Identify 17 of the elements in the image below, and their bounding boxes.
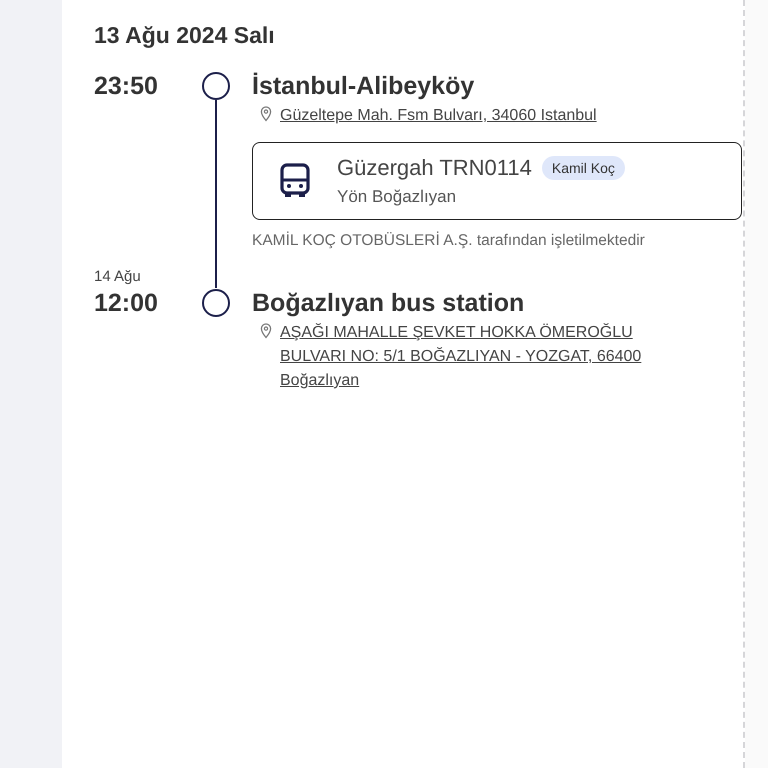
stop-circle [202,289,230,317]
bus-icon [279,163,311,199]
arrival-date: 14 Ağu [94,267,142,287]
location-pin-icon [260,323,272,339]
operator-badge: Kamil Koç [542,156,625,180]
stop-name: İstanbul-Alibeyköy [252,71,476,101]
stop-time: 12:00 [94,288,159,318]
address-link[interactable]: Güzeltepe Mah. Fsm Bulvarı, 34060 Istanbul [280,104,597,128]
route-direction: Yön Boğazlıyan [337,187,458,207]
date-heading: 13 Ağu 2024 Salı [94,22,276,49]
operator-note: KAMİL KOÇ OTOBÜSLERİ A.Ş. tarafından işletilmektedir [252,232,646,250]
address-link[interactable]: AŞAĞI MAHALLE ŞEVKET HOKKA ÖMEROĞLU BULVARI NO: 5/1 BOĞAZLIYAN - YOZGAT, 66400 Boğazlıyan [280,321,700,393]
location-pin-icon [260,106,272,122]
route-number: Güzergah TRN0114 [337,155,532,181]
stop-time: 23:50 [94,71,159,101]
stop-name: Boğazlıyan bus station [252,288,526,318]
stop-circle [202,72,230,100]
